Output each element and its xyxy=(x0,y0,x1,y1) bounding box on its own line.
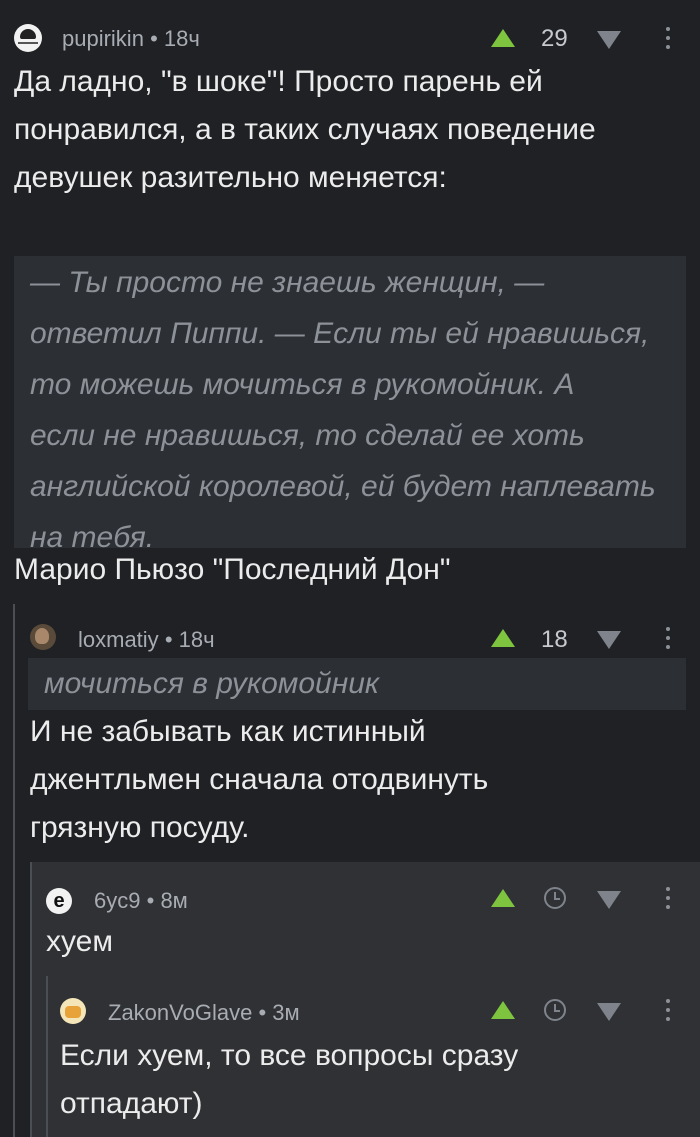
quote-line: ответил Пиппи. — Если ты ей нравишься, xyxy=(30,317,650,350)
comment-text: хуем xyxy=(46,918,113,966)
arrow-up-icon[interactable] xyxy=(491,629,515,647)
comment-line: джентльмен сначала отодвинуть xyxy=(30,763,489,796)
comment-text: И не забывать как истинный джентльмен сн… xyxy=(30,708,690,852)
author-name[interactable]: 6yc9 xyxy=(94,888,140,913)
blockquote: мочиться в рукомойник xyxy=(28,658,686,710)
author-name[interactable]: loxmatiy xyxy=(78,627,159,652)
arrow-up-icon[interactable] xyxy=(491,1001,515,1019)
author-name[interactable]: ZakonVoGlave xyxy=(108,1000,252,1025)
comment-line: хуем xyxy=(46,925,113,958)
comment-line: понравился, а в таких случаях поведение xyxy=(14,113,596,146)
comment-line: Да ладно, "в шоке"! Просто парень ей xyxy=(14,65,543,98)
avatar-face xyxy=(65,1006,81,1018)
arrow-down-icon[interactable] xyxy=(597,631,621,649)
avatar[interactable] xyxy=(60,998,86,1024)
comment-time: 3м xyxy=(272,1000,300,1025)
avatar-text xyxy=(18,42,38,44)
comment-time: 8м xyxy=(160,888,188,913)
comment-meta: loxmatiy • 18ч xyxy=(78,627,215,653)
comment-meta: pupirikin • 18ч xyxy=(62,26,200,52)
comment-line: девушек разительно меняется: xyxy=(14,161,447,194)
comment-text: Если хуем, то все вопросы сразу отпадают… xyxy=(60,1032,690,1128)
comment-score: 18 xyxy=(541,626,568,653)
comment-score: 29 xyxy=(541,25,568,52)
separator: • xyxy=(150,26,158,51)
comment-1: pupirikin • 18ч 29 Да ладно, "в шоке"! П… xyxy=(0,0,700,600)
arrow-down-icon[interactable] xyxy=(597,891,621,909)
avatar-emblem xyxy=(20,29,36,39)
comment-line: И не забывать как истинный xyxy=(30,715,426,748)
avatar-letter: e xyxy=(53,890,65,912)
comment-time: 18ч xyxy=(178,627,215,652)
comment-text: Да ладно, "в шоке"! Просто парень ей пон… xyxy=(14,58,694,202)
avatar[interactable] xyxy=(14,24,42,52)
comment-2: loxmatiy • 18ч 18 мочиться в рукомойник … xyxy=(16,604,700,862)
more-vertical-icon[interactable] xyxy=(666,887,670,911)
thread-line[interactable] xyxy=(13,604,15,1137)
comment-meta: ZakonVoGlave • 3м xyxy=(108,1000,300,1026)
avatar[interactable] xyxy=(30,624,56,650)
quote-line: английской королевой, ей будет наплевать xyxy=(30,470,656,503)
comment-3: e 6yc9 • 8м хуем xyxy=(32,862,700,972)
author-name[interactable]: pupirikin xyxy=(62,26,144,51)
comment-line: Если хуем, то все вопросы сразу xyxy=(60,1039,519,1072)
avatar-shape xyxy=(35,628,49,644)
comment-attribution: Марио Пьюзо "Последний Дон" xyxy=(14,553,451,586)
more-vertical-icon[interactable] xyxy=(666,27,670,51)
comment-4: ZakonVoGlave • 3м Если хуем, то все вопр… xyxy=(48,976,700,1137)
comment-line: отпадают) xyxy=(60,1087,203,1120)
separator: • xyxy=(258,1000,267,1025)
avatar[interactable]: e xyxy=(46,888,72,914)
arrow-down-icon[interactable] xyxy=(597,1003,621,1021)
clock-icon xyxy=(544,887,566,909)
quote-line: мочиться в рукомойник xyxy=(44,667,380,700)
clock-icon xyxy=(544,999,566,1021)
quote-line: если не нравишься, то сделай ее хоть xyxy=(30,419,585,452)
more-vertical-icon[interactable] xyxy=(666,999,670,1023)
comment-time: 18ч xyxy=(163,26,200,51)
separator: • xyxy=(146,888,155,913)
arrow-up-icon[interactable] xyxy=(491,889,515,907)
comment-line: грязную посуду. xyxy=(30,811,250,844)
separator: • xyxy=(164,627,173,652)
arrow-down-icon[interactable] xyxy=(597,31,621,49)
quote-line: то можешь мочиться в рукомойник. А xyxy=(30,368,575,401)
blockquote: — Ты просто не знаешь женщин, — ответил … xyxy=(14,256,686,554)
comment-meta: 6yc9 • 8м xyxy=(94,888,188,914)
arrow-up-icon[interactable] xyxy=(491,29,515,47)
quote-line: — Ты просто не знаешь женщин, — xyxy=(30,266,545,299)
more-vertical-icon[interactable] xyxy=(666,627,670,651)
